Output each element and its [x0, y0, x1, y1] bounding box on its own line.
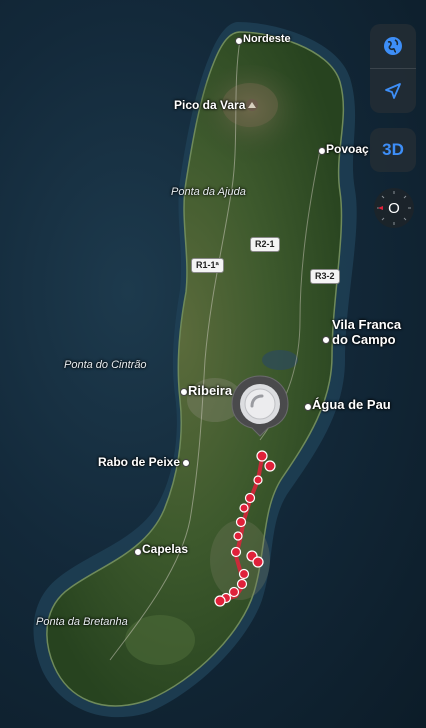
road-badge-r1: R1-1ª [191, 258, 224, 273]
place-ribeira[interactable]: Ribeira [188, 383, 232, 398]
capelas-dot [134, 548, 142, 556]
place-pico-da-vara[interactable]: Pico da Vara [174, 98, 245, 112]
place-vila-franca[interactable]: Vila Franca do Campo [332, 317, 401, 347]
track-point [238, 568, 250, 580]
current-location-button[interactable] [370, 69, 416, 113]
place-agua-de-pau[interactable]: Água de Pau [312, 397, 391, 412]
track-point [214, 595, 226, 607]
location-arrow-icon [385, 83, 401, 99]
airtag-location-pin[interactable] [228, 374, 292, 438]
road-badge-r3: R3-2 [310, 269, 340, 284]
track-point [239, 503, 249, 513]
place-ponta-da-ajuda: Ponta da Ajuda [171, 186, 246, 198]
mountain-icon [246, 99, 258, 111]
3d-button[interactable]: 3D [370, 128, 416, 172]
map-mode-button[interactable] [370, 24, 416, 69]
road-badge-r2: R2-1 [250, 237, 280, 252]
3d-toggle-group: 3D [370, 128, 416, 172]
compass-heading-letter: O [388, 199, 400, 217]
track-point [235, 516, 247, 528]
track-point [253, 475, 263, 485]
compass[interactable]: O [374, 188, 414, 228]
track-point [256, 450, 268, 462]
place-ponta-da-bretanha: Ponta da Bretanha [36, 616, 128, 628]
track-point [244, 492, 256, 504]
place-rabo-de-peixe[interactable]: Rabo de Peixe [98, 455, 180, 469]
rabo-de-peixe-dot [182, 459, 190, 467]
ribeira-dot [180, 388, 188, 396]
place-ponta-do-cintrao: Ponta do Cintrão [64, 359, 147, 371]
track-point [252, 556, 264, 568]
track-point [264, 460, 276, 472]
track-point [228, 586, 240, 598]
vila-franca-dot [322, 336, 330, 344]
track-point [236, 578, 248, 590]
track-point [233, 531, 243, 541]
nordeste-dot [235, 37, 243, 45]
globe-icon [384, 37, 402, 55]
povoacao-dot [318, 147, 326, 155]
place-nordeste[interactable]: Nordeste [243, 32, 291, 46]
agua-de-pau-dot [304, 403, 312, 411]
map-controls-group [370, 24, 416, 113]
track-point [230, 546, 242, 558]
place-povoacao[interactable]: Povoaç [326, 142, 369, 156]
place-capelas[interactable]: Capelas [142, 542, 188, 556]
map-view[interactable]: Nordeste Pico da Vara Povoaç Ponta da Aj… [0, 0, 426, 728]
